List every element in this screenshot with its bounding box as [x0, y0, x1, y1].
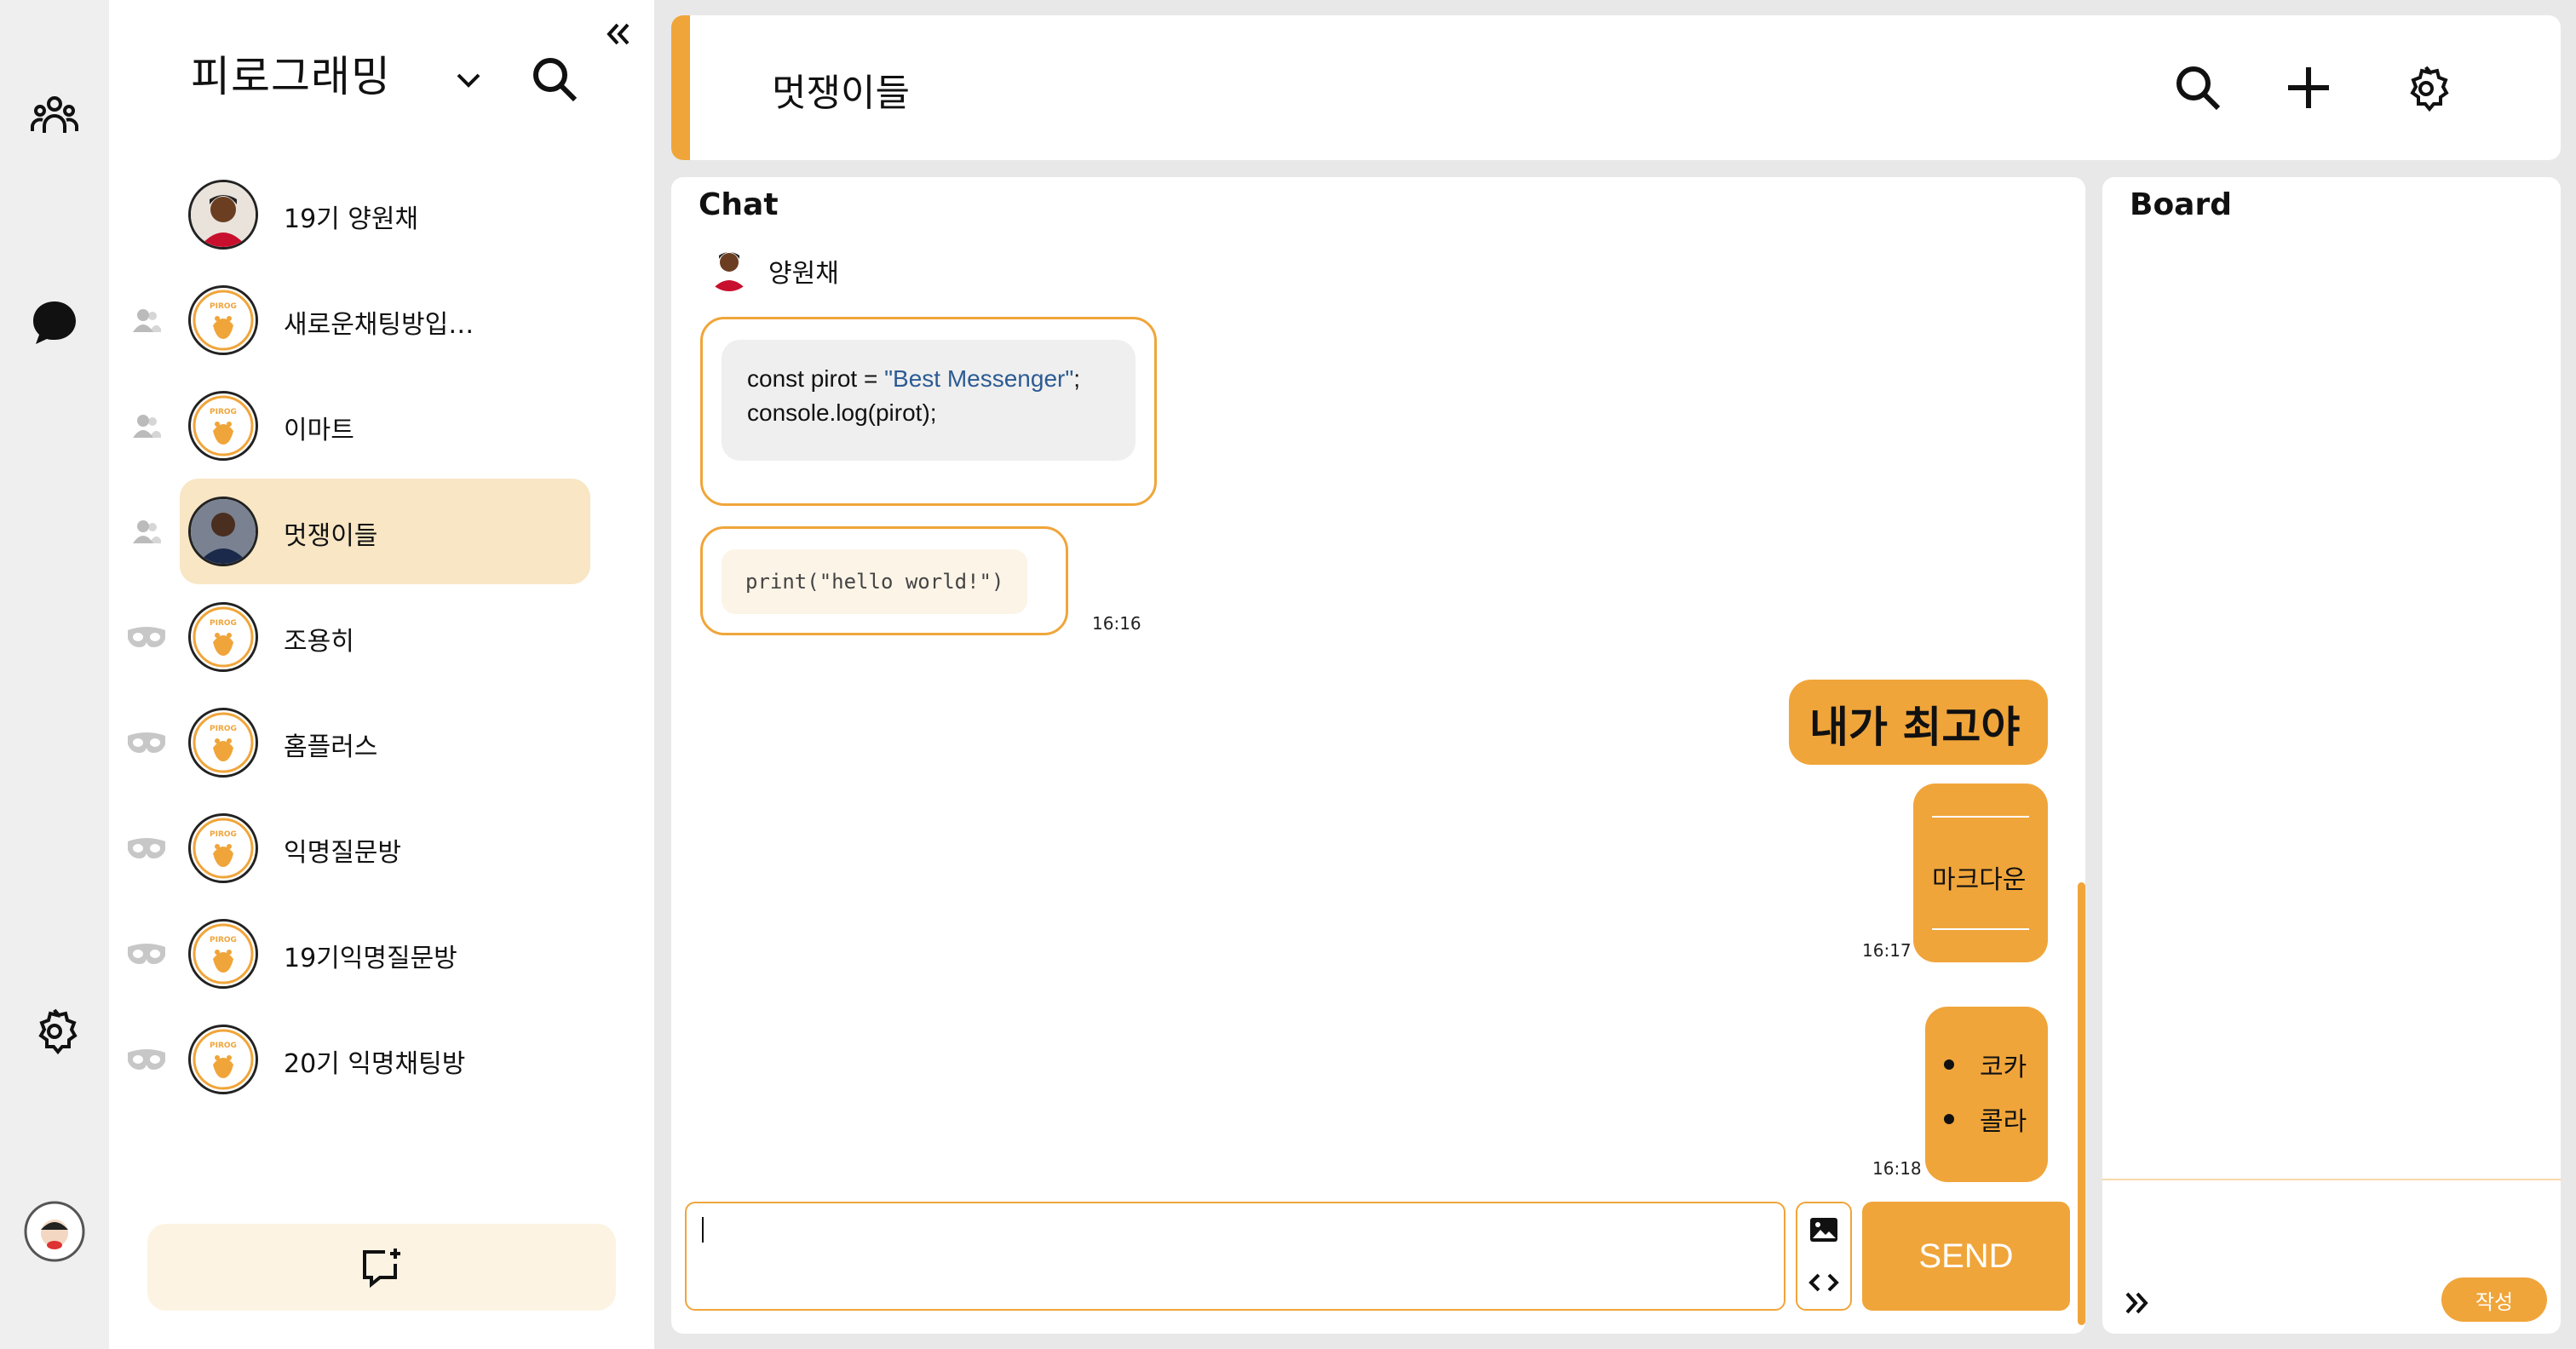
room-item[interactable]: PIROG 홈플러스: [75, 690, 501, 795]
divider: [1932, 816, 2029, 818]
message-time: 16:18: [1872, 1158, 1922, 1179]
header-accent-bar: [671, 15, 690, 160]
room-name: 이마트: [284, 416, 354, 445]
svg-text:PIROG: PIROG: [210, 619, 237, 628]
message-input[interactable]: [685, 1202, 1785, 1311]
svg-text:PIROG: PIROG: [210, 936, 237, 944]
anonymous-mask-icon: [126, 618, 167, 656]
room-title: 멋쟁이들: [772, 72, 910, 115]
anonymous-mask-icon: [126, 724, 167, 761]
my-message-bubble[interactable]: 마크다운: [1913, 784, 2048, 962]
svg-text:PIROG: PIROG: [210, 1042, 237, 1050]
room-item[interactable]: 19기 양원채: [75, 162, 501, 267]
bullet: [1944, 1114, 1954, 1124]
pirogramming-logo-icon: PIROG: [188, 1025, 258, 1094]
composer-tools: [1796, 1202, 1852, 1311]
sender-name: 양원채: [768, 259, 839, 289]
message-time: 16:16: [1092, 613, 1141, 634]
sender-avatar: [705, 244, 753, 291]
anonymous-mask-icon: [126, 829, 167, 867]
room-item[interactable]: PIROG 새로운채팅방입…: [75, 267, 501, 373]
divider: [2102, 1179, 2561, 1180]
anonymous-mask-icon: [126, 935, 167, 973]
image-upload-icon[interactable]: [1797, 1203, 1850, 1256]
list-item: 콜라: [1980, 1107, 2027, 1137]
svg-text:PIROG: PIROG: [210, 408, 237, 416]
room-name: 19기 양원채: [284, 204, 419, 234]
scrollbar[interactable]: [2078, 882, 2085, 1325]
room-avatar: [188, 180, 258, 250]
pirogramming-logo-icon: PIROG: [188, 391, 258, 461]
room-item[interactable]: PIROG 20기 익명채팅방: [75, 1007, 501, 1112]
pirogramming-logo-icon: PIROG: [188, 813, 258, 883]
anonymous-mask-icon: [126, 1041, 167, 1078]
room-name: 익명질문방: [284, 838, 401, 868]
room-name: 20기 익명채팅방: [284, 1049, 466, 1079]
settings-icon[interactable]: [2392, 54, 2460, 122]
user-avatar[interactable]: [24, 1201, 85, 1262]
room-name: 홈플러스: [284, 732, 378, 762]
chat-panel: Chat 양원채 const pirot = "Best Messenger";…: [671, 177, 2085, 1334]
new-chat-icon: [363, 1249, 400, 1288]
room-list: 19기 양원채 PIROG 새로운채팅방입… PIROG 이마트 멋쟁이들 PI…: [0, 0, 654, 1192]
chat-title: Chat: [699, 187, 779, 222]
write-post-button[interactable]: 작성: [2441, 1277, 2547, 1322]
svg-text:PIROG: PIROG: [210, 830, 237, 839]
inline-code: print("hello world!"): [722, 549, 1028, 614]
code-text: const pirot =: [747, 365, 885, 392]
my-message-bubble[interactable]: 코카 콜라: [1925, 1007, 2048, 1182]
room-header: 멋쟁이들: [671, 15, 2561, 160]
svg-text:PIROG: PIROG: [210, 725, 237, 733]
plus-icon[interactable]: [2274, 54, 2343, 122]
message-bubble[interactable]: const pirot = "Best Messenger"; console.…: [700, 317, 1157, 506]
room-name: 새로운채팅방입…: [284, 310, 474, 340]
code-text: console.log(pirot);: [747, 399, 937, 426]
pirogramming-logo-icon: PIROG: [188, 919, 258, 989]
group-icon: [126, 407, 167, 445]
room-name: 19기익명질문방: [284, 944, 457, 973]
group-icon: [126, 301, 167, 339]
code-block: const pirot = "Best Messenger"; console.…: [722, 340, 1136, 461]
room-item-active[interactable]: 멋쟁이들: [180, 479, 590, 584]
board-title: Board: [2130, 187, 2232, 222]
code-text: ;: [1073, 365, 1081, 392]
code-string: "Best Messenger": [884, 365, 1074, 392]
expand-board-icon[interactable]: [2118, 1284, 2155, 1322]
room-item[interactable]: PIROG 이마트: [75, 373, 501, 479]
group-icon: [126, 513, 167, 550]
room-item[interactable]: PIROG 익명질문방: [75, 795, 501, 901]
room-item[interactable]: PIROG 19기익명질문방: [75, 901, 501, 1007]
message-text: 마크다운: [1932, 865, 2027, 895]
my-message-bubble[interactable]: 내가 최고야: [1789, 680, 2048, 765]
board-panel: Board 작성: [2102, 177, 2561, 1334]
room-avatar: [188, 497, 258, 566]
svg-text:PIROG: PIROG: [210, 302, 237, 311]
message-heading: 내가 최고야: [1809, 703, 2021, 752]
divider: [1932, 928, 2029, 930]
message-bubble[interactable]: print("hello world!"): [700, 526, 1068, 635]
bullet: [1944, 1059, 1954, 1070]
text-caret: [702, 1217, 704, 1243]
new-room-button[interactable]: [147, 1224, 616, 1311]
search-icon[interactable]: [2164, 54, 2232, 122]
code-icon[interactable]: [1797, 1256, 1850, 1309]
room-item[interactable]: PIROG 조용히: [75, 584, 501, 690]
pirogramming-logo-icon: PIROG: [188, 285, 258, 355]
send-button[interactable]: SEND: [1862, 1202, 2070, 1311]
pirogramming-logo-icon: PIROG: [188, 602, 258, 672]
message-time: 16:17: [1862, 940, 1912, 961]
list-item: 코카: [1980, 1053, 2027, 1082]
pirogramming-logo-icon: PIROG: [188, 708, 258, 778]
room-name: 멋쟁이들: [284, 521, 378, 551]
room-name: 조용히: [284, 627, 354, 657]
